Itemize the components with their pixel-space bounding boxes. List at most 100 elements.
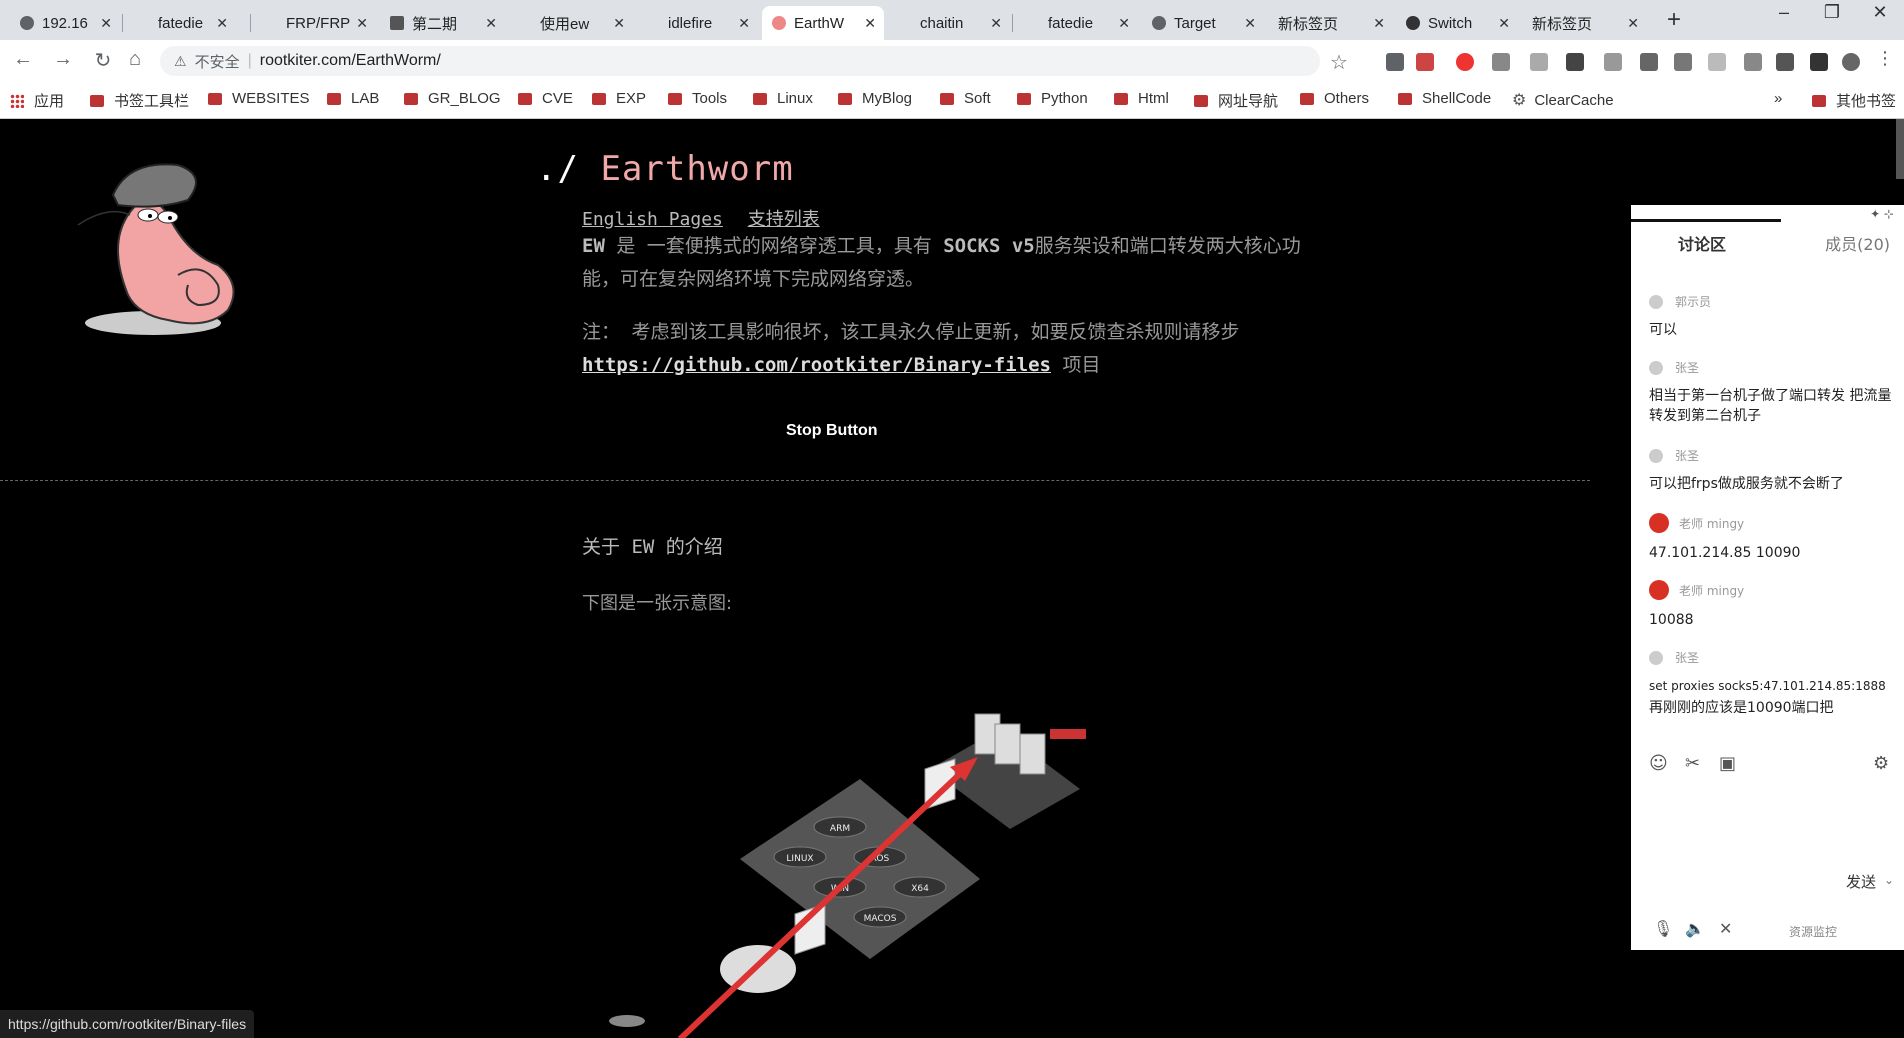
microphone-icon[interactable]: 🎙 bbox=[1653, 919, 1673, 938]
bookmark-folder[interactable]: 书签工具栏 bbox=[90, 90, 189, 111]
restore-icon[interactable]: ❐ bbox=[1812, 2, 1852, 23]
extension-icon[interactable] bbox=[1776, 53, 1794, 71]
extension-icon[interactable] bbox=[1456, 53, 1474, 71]
close-window-icon[interactable]: ✕ bbox=[1860, 2, 1900, 23]
extension-icon[interactable] bbox=[1530, 53, 1548, 71]
extension-icon[interactable] bbox=[1386, 53, 1404, 71]
extension-icon[interactable] bbox=[1744, 53, 1762, 71]
bookmark-folder[interactable]: LAB bbox=[327, 90, 379, 107]
browser-tab[interactable]: chaitin ✕ bbox=[888, 6, 1010, 40]
bookmark-folder[interactable]: 网址导航 bbox=[1194, 90, 1278, 111]
bookmark-folder[interactable]: Others bbox=[1300, 90, 1369, 107]
close-icon[interactable]: ✕ bbox=[1244, 15, 1256, 32]
security-label[interactable]: 不安全 bbox=[195, 51, 240, 72]
browser-tab[interactable]: 第二期 ✕ bbox=[380, 6, 505, 40]
close-icon[interactable]: ✕ bbox=[1627, 15, 1639, 32]
image-icon[interactable]: ▣ bbox=[1719, 753, 1736, 774]
browser-tab[interactable]: 新标签页 ✕ bbox=[1268, 6, 1393, 40]
bookmarks-overflow-button[interactable]: » bbox=[1774, 90, 1782, 107]
browser-tab[interactable]: fatedie ✕ bbox=[1016, 6, 1138, 40]
close-icon[interactable]: ✕ bbox=[1498, 15, 1510, 32]
send-button[interactable]: 发送 bbox=[1846, 871, 1876, 892]
warning-icon[interactable]: ⚠ bbox=[174, 53, 187, 70]
browser-tab[interactable]: 192.16 ✕ bbox=[10, 6, 120, 40]
new-tab-button[interactable]: + bbox=[1660, 6, 1688, 34]
page-icon bbox=[136, 16, 150, 30]
bookmark-folder[interactable]: GR_BLOG bbox=[404, 90, 501, 107]
forward-icon[interactable]: → bbox=[50, 48, 76, 71]
chevron-down-icon[interactable]: ⌄ bbox=[1884, 873, 1894, 887]
extension-icon[interactable] bbox=[1674, 53, 1692, 71]
reload-icon[interactable]: ↻ bbox=[90, 48, 116, 73]
bookmark-folder[interactable]: Python bbox=[1017, 90, 1088, 107]
url-text[interactable]: rootkiter.com/EarthWorm/ bbox=[260, 52, 441, 70]
browser-tab[interactable]: idlefire ✕ bbox=[636, 6, 758, 40]
page-icon bbox=[898, 16, 912, 30]
scissors-icon[interactable]: ✂ bbox=[1685, 753, 1700, 774]
mute-icon[interactable]: ✕ bbox=[1719, 919, 1732, 938]
extension-icon[interactable] bbox=[1416, 53, 1434, 71]
bookmark-folder[interactable]: Tools bbox=[668, 90, 727, 107]
minimize-icon[interactable]: – bbox=[1764, 2, 1804, 23]
extension-icon[interactable] bbox=[1566, 53, 1584, 71]
tab-members[interactable]: 成员(20) bbox=[1825, 231, 1890, 255]
bookmark-folder[interactable]: ShellCode bbox=[1398, 90, 1491, 107]
close-icon[interactable]: ✕ bbox=[356, 15, 368, 32]
browser-tab[interactable]: Target ✕ bbox=[1142, 6, 1264, 40]
back-icon[interactable]: ← bbox=[10, 48, 36, 71]
folder-icon bbox=[940, 92, 954, 105]
tab-label: idlefire bbox=[668, 14, 713, 32]
bookmark-star-icon[interactable]: ☆ bbox=[1330, 50, 1348, 75]
browser-tab[interactable]: fatedie ✕ bbox=[126, 6, 236, 40]
profile-avatar[interactable] bbox=[1842, 53, 1860, 71]
page-scrollbar[interactable] bbox=[1896, 119, 1904, 179]
avatar bbox=[1649, 650, 1663, 665]
avatar bbox=[1649, 448, 1663, 463]
close-icon[interactable]: ✕ bbox=[613, 15, 625, 32]
folder-icon bbox=[838, 92, 852, 105]
omnibox[interactable]: ⚠ 不安全 | rootkiter.com/EarthWorm/ bbox=[160, 46, 1320, 76]
close-icon[interactable]: ✕ bbox=[738, 15, 750, 32]
extension-icon[interactable] bbox=[1810, 53, 1828, 71]
emoji-icon[interactable]: ☺ bbox=[1649, 753, 1668, 774]
page-title: ./ Earthworm bbox=[536, 149, 794, 189]
bookmark-folder[interactable]: CVE bbox=[518, 90, 573, 107]
speaker-icon[interactable]: 🔈 bbox=[1685, 919, 1705, 938]
home-icon[interactable]: ⌂ bbox=[122, 48, 148, 71]
extension-icon[interactable] bbox=[1604, 53, 1622, 71]
tab-label: chaitin bbox=[920, 14, 964, 32]
close-icon[interactable]: ✕ bbox=[990, 15, 1002, 32]
menu-icon[interactable]: ⋮ bbox=[1876, 48, 1894, 68]
github-link[interactable]: https://github.com/rootkiter/Binary-file… bbox=[582, 354, 1051, 376]
close-icon[interactable]: ✕ bbox=[216, 15, 228, 32]
close-icon[interactable]: ✕ bbox=[1118, 15, 1130, 32]
settings-icon[interactable]: ⚙ bbox=[1873, 753, 1889, 774]
bookmark-apps[interactable]: 应用 bbox=[10, 90, 64, 111]
pin-icon[interactable]: ✦ ⊹ bbox=[1870, 207, 1894, 221]
browser-tab[interactable]: FRP/FRP ✕ bbox=[254, 6, 376, 40]
bookmark-folder[interactable]: MyBlog bbox=[838, 90, 912, 107]
browser-tab[interactable]: 新标签页 ✕ bbox=[1522, 6, 1647, 40]
bookmark-folder[interactable]: EXP bbox=[592, 90, 646, 107]
extension-icon[interactable] bbox=[1708, 53, 1726, 71]
close-icon[interactable]: ✕ bbox=[864, 15, 876, 32]
close-icon[interactable]: ✕ bbox=[485, 15, 497, 32]
browser-tab[interactable]: 使用ew ✕ bbox=[508, 6, 633, 40]
extension-icon[interactable] bbox=[1640, 53, 1658, 71]
bookmark-clearcache[interactable]: ⚙ ClearCache bbox=[1512, 90, 1614, 110]
browser-tab[interactable]: Switch ✕ bbox=[1396, 6, 1518, 40]
stop-button[interactable]: Stop Button bbox=[780, 421, 884, 441]
bookmark-folder[interactable]: WEBSITES bbox=[208, 90, 310, 107]
deprecation-note: 注： 考虑到该工具影响很坏，该工具永久停止更新，如要反馈查杀规则请移步 http… bbox=[582, 321, 1240, 376]
tab-discussion[interactable]: 讨论区 bbox=[1678, 231, 1726, 255]
bookmark-folder[interactable]: Soft bbox=[940, 90, 991, 107]
close-icon[interactable]: ✕ bbox=[1373, 15, 1385, 32]
bookmark-other[interactable]: 其他书签 bbox=[1812, 90, 1896, 111]
extension-icon[interactable] bbox=[1492, 53, 1510, 71]
support-list-link[interactable]: 支持列表 bbox=[748, 209, 820, 230]
browser-tab-active[interactable]: EarthW ✕ bbox=[762, 6, 884, 40]
bookmark-folder[interactable]: Linux bbox=[753, 90, 813, 107]
english-pages-link[interactable]: English Pages bbox=[582, 209, 723, 230]
bookmark-folder[interactable]: Html bbox=[1114, 90, 1169, 107]
close-icon[interactable]: ✕ bbox=[100, 15, 112, 32]
